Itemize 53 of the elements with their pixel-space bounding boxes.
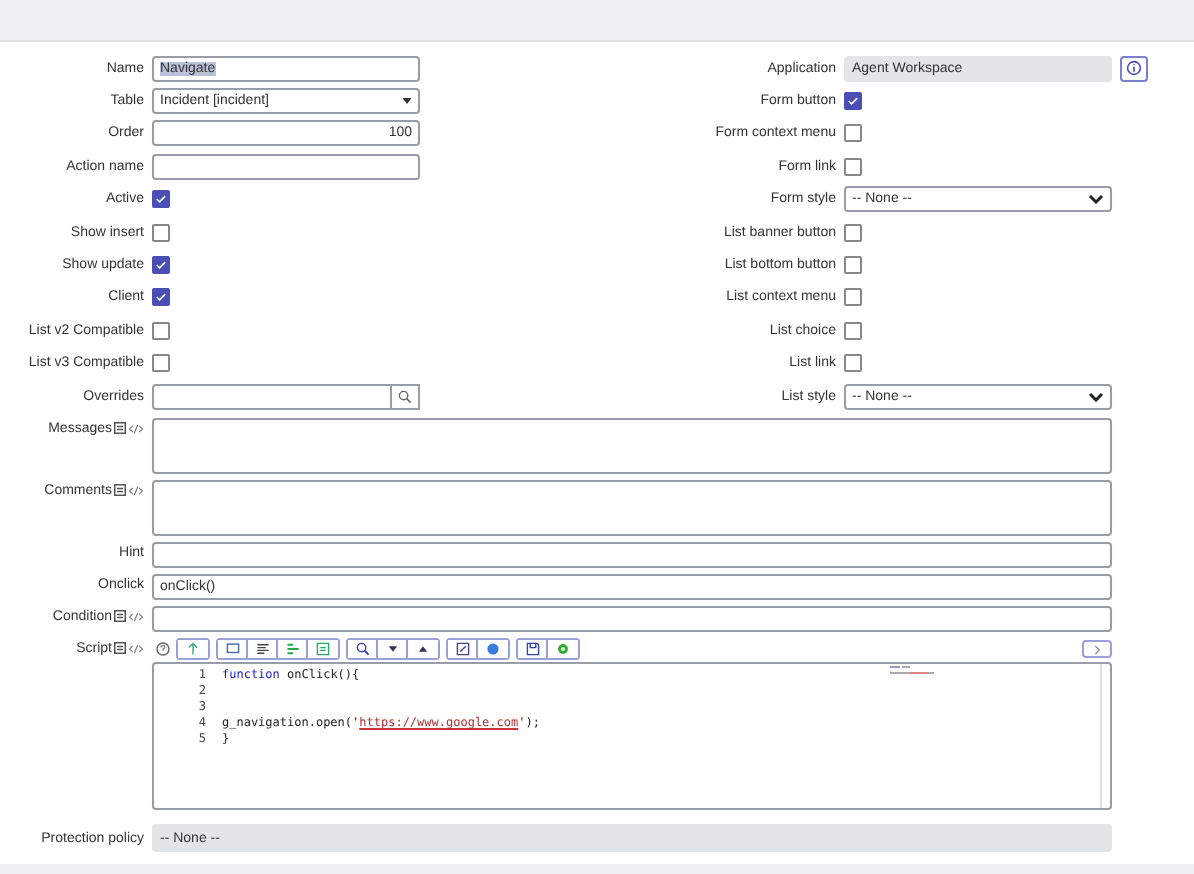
checkbox[interactable]: [844, 321, 862, 340]
toolbar-button[interactable]: [348, 640, 378, 659]
text-field[interactable]: [152, 606, 1112, 633]
list-icon: [316, 642, 330, 657]
checkbox[interactable]: [152, 190, 170, 209]
checkbox[interactable]: [152, 288, 170, 307]
code-icon[interactable]: [128, 486, 144, 497]
search-button[interactable]: [392, 383, 420, 410]
toolbar-button[interactable]: [218, 640, 248, 659]
lines-icon: [255, 642, 269, 657]
arrow-up-icon: [186, 642, 200, 657]
text-field[interactable]: [152, 153, 420, 180]
checkbox[interactable]: [844, 288, 862, 307]
translate-icon[interactable]: [114, 484, 126, 497]
down-triangle-icon: [385, 642, 399, 657]
translate-icon[interactable]: [114, 610, 126, 623]
text-area[interactable]: [152, 480, 1112, 537]
code-icon[interactable]: [128, 424, 144, 435]
code-icon[interactable]: [128, 612, 144, 623]
code-icon[interactable]: [128, 644, 144, 655]
edit-icon: [455, 642, 469, 657]
checkbox[interactable]: [844, 354, 862, 373]
checkbox[interactable]: [152, 256, 170, 275]
checkbox[interactable]: [844, 157, 862, 176]
checkbox[interactable]: [844, 124, 862, 143]
checkbox[interactable]: [152, 223, 170, 242]
search-icon: [398, 389, 412, 404]
info-button[interactable]: [1120, 55, 1148, 82]
save-icon: [525, 642, 539, 657]
reference-field[interactable]: [152, 383, 392, 410]
comment-icon: [225, 642, 239, 657]
indent-icon: [285, 642, 299, 657]
search-icon: [355, 642, 369, 657]
translate-icon[interactable]: [114, 642, 126, 655]
help-icon[interactable]: [156, 642, 170, 657]
expand-button[interactable]: [1082, 640, 1112, 659]
checkbox[interactable]: [152, 321, 170, 340]
checkbox[interactable]: [152, 354, 170, 373]
chevron-icon: [1088, 391, 1104, 402]
chevron-icon: [1088, 194, 1104, 205]
translate-icon[interactable]: [114, 422, 126, 435]
ring-icon: [556, 642, 570, 657]
up-triangle-icon: [416, 642, 430, 657]
toolbar-button[interactable]: [448, 640, 478, 659]
checkbox[interactable]: [844, 92, 862, 111]
circle-icon: [486, 642, 500, 657]
text-field[interactable]: [152, 542, 1112, 569]
text-area[interactable]: [152, 418, 1112, 475]
dropdown-icon: [402, 98, 412, 105]
checkbox[interactable]: [844, 256, 862, 275]
checkbox[interactable]: [844, 223, 862, 242]
toolbar-button[interactable]: [518, 640, 548, 659]
chevron-icon: [1093, 643, 1101, 656]
